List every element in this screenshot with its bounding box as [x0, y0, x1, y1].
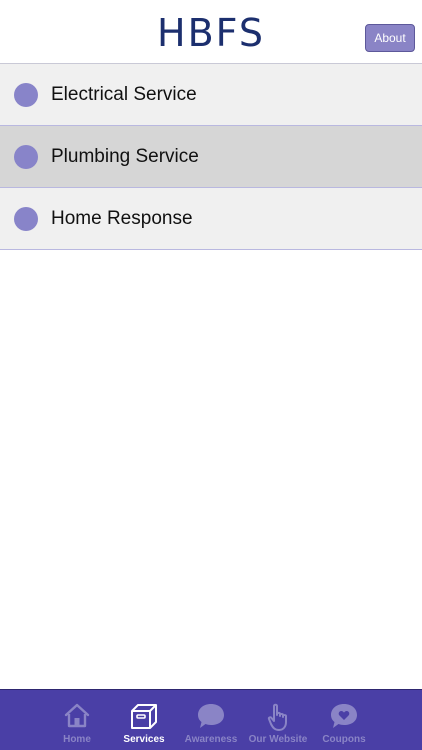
tab-awareness[interactable]: Awareness — [176, 690, 246, 750]
list-item-label: Plumbing Service — [51, 145, 199, 167]
heart-bubble-icon — [329, 702, 359, 735]
speech-bubble-icon — [196, 702, 226, 735]
tab-label: Home — [63, 734, 91, 745]
box-icon — [129, 702, 159, 735]
app-logo: HBFS — [157, 11, 265, 55]
list-item-electrical-service[interactable]: Electrical Service — [0, 64, 422, 126]
bullet-icon — [14, 206, 38, 231]
bullet-icon — [14, 82, 38, 107]
tab-label: Services — [123, 734, 165, 745]
services-list: Electrical Service Plumbing Service Home… — [0, 64, 422, 250]
tab-coupons[interactable]: Coupons — [309, 690, 379, 750]
tab-services[interactable]: Services — [109, 690, 179, 750]
app-header: HBFS About — [0, 0, 422, 64]
list-item-label: Home Response — [51, 207, 193, 229]
tab-label: Awareness — [184, 734, 238, 745]
list-item-label: Electrical Service — [51, 83, 197, 105]
pointing-hand-icon — [265, 702, 291, 737]
bullet-icon — [14, 144, 38, 169]
tab-our-website[interactable]: Our Website — [243, 690, 313, 750]
house-icon — [63, 702, 91, 733]
about-button[interactable]: About — [365, 24, 415, 52]
list-item-plumbing-service[interactable]: Plumbing Service — [0, 126, 422, 188]
tab-label: Coupons — [322, 734, 366, 745]
tab-home[interactable]: Home — [42, 690, 112, 750]
list-item-home-response[interactable]: Home Response — [0, 188, 422, 250]
tab-bar: Home Services Awareness Our Website Coup… — [0, 689, 422, 750]
tab-label: Our Website — [248, 734, 308, 745]
